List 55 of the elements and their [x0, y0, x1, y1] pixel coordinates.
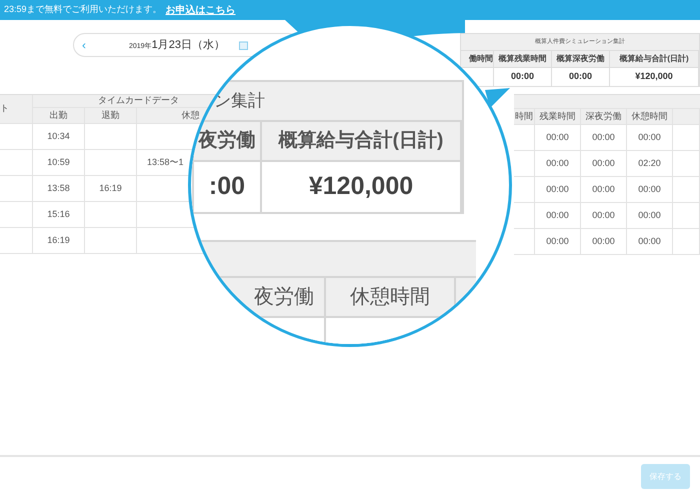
table-cell: 00:00 — [627, 229, 673, 255]
table-cell — [0, 202, 33, 228]
table-header: 退勤 — [85, 108, 137, 124]
apply-link[interactable]: お申込はこちら — [166, 2, 236, 18]
table-cell: 15:16 — [33, 202, 85, 228]
table-cell — [514, 229, 535, 255]
table-cell — [0, 176, 33, 202]
table-cell — [0, 150, 33, 176]
table-cell: 00:00 — [627, 203, 673, 229]
summary-value: ¥120,000 — [610, 68, 699, 86]
table-cell — [673, 229, 700, 255]
table-cell: 00:00 — [627, 125, 673, 151]
table-cell: 16:19 — [85, 176, 137, 202]
table-header — [673, 109, 700, 125]
table-cell — [0, 124, 33, 150]
calendar-icon[interactable] — [238, 40, 248, 50]
summary-header: 概算給与合計(日計) — [610, 51, 699, 68]
table-cell: 00:00 — [581, 203, 627, 229]
table-cell — [514, 203, 535, 229]
summary-header: 概算深夜労働 — [552, 51, 610, 68]
table-cell: 13:58 — [33, 176, 85, 202]
table-cell: 00:00 — [535, 229, 581, 255]
table-header: 深夜労働 — [581, 109, 627, 125]
table-header: ト — [0, 95, 33, 124]
banner-text: 23:59まで無料でご利用いただけます。 — [4, 3, 162, 16]
table-header: 出勤 — [33, 108, 85, 124]
table-cell — [673, 151, 700, 177]
table-cell — [673, 177, 700, 203]
magnified-value: :00 — [194, 162, 262, 212]
table-header: 残業時間 — [535, 109, 581, 125]
table-cell: 00:00 — [627, 177, 673, 203]
table-cell: 00:00 — [581, 177, 627, 203]
table-cell: 00:00 — [535, 203, 581, 229]
table-cell: 10:34 — [33, 124, 85, 150]
table-cell: 00:00 — [581, 229, 627, 255]
table-cell: 00:00 — [581, 151, 627, 177]
previous-day-button[interactable]: ‹ — [82, 36, 86, 54]
magnified-value: ¥120,000 — [262, 162, 462, 212]
table-cell: 00:00 — [581, 125, 627, 151]
table-cell — [514, 151, 535, 177]
table-cell: 00:00 — [535, 125, 581, 151]
table-cell: 16:19 — [33, 228, 85, 254]
table-cell — [85, 150, 137, 176]
table-header: 時間 — [514, 109, 535, 125]
table-cell: 00:00 — [535, 151, 581, 177]
table-cell: 00:00 — [535, 177, 581, 203]
table-header: 休憩時間 — [627, 109, 673, 125]
table-cell: 10:59 — [33, 150, 85, 176]
table-cell: 02:20 — [627, 151, 673, 177]
summary-value: 00:00 — [552, 68, 610, 86]
table-cell — [514, 177, 535, 203]
table-cell — [0, 228, 33, 254]
table-cell — [514, 125, 535, 151]
table-cell — [673, 203, 700, 229]
table-cell — [673, 125, 700, 151]
